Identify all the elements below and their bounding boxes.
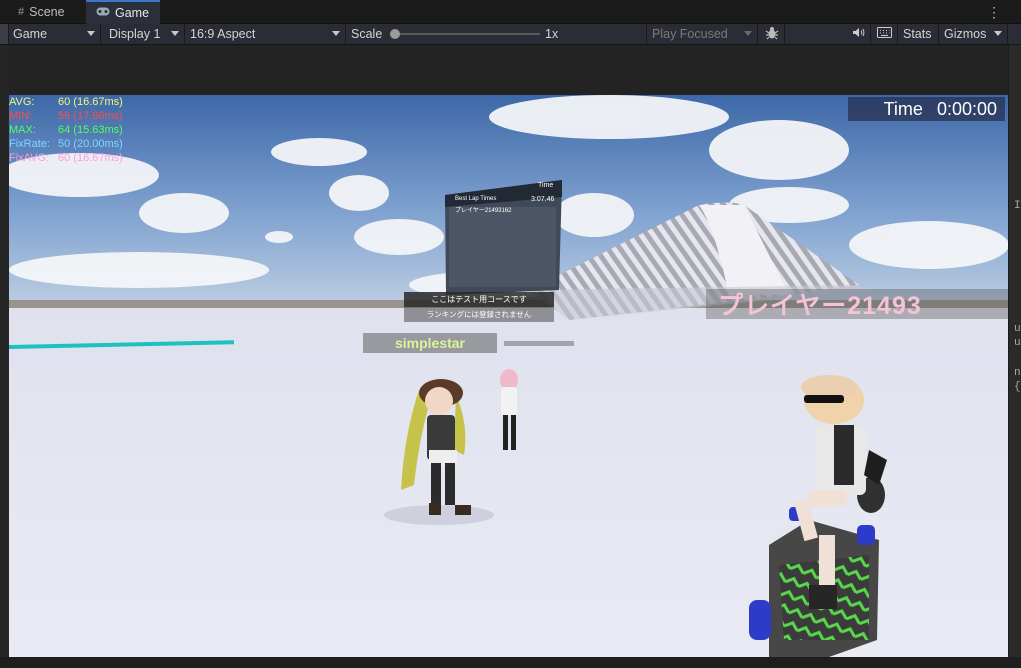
- scale-value: 1x: [545, 27, 559, 41]
- stat-max-label: MAX:: [9, 124, 36, 136]
- play-mode-dropdown[interactable]: Play Focused: [648, 24, 758, 44]
- right-panel-text-1: In: [1014, 200, 1021, 212]
- tab-game[interactable]: Game: [86, 0, 160, 24]
- keyboard-icon: [877, 27, 892, 41]
- scale-label: Scale: [351, 27, 383, 41]
- stat-max-value: 64 (15.63ms): [58, 124, 123, 136]
- game-toolbar: Game Display 1 16:9 Aspect Scale 1x Play…: [0, 24, 1021, 45]
- scale-slider-handle[interactable]: [390, 29, 400, 39]
- stat-min-label: MIN:: [9, 110, 33, 122]
- unity-game-window: # Scene Game ⋮ Game Display 1 16:9 Aspec…: [0, 0, 1021, 668]
- game-view-dropdown[interactable]: Game: [9, 24, 101, 44]
- leaderboard-title: Best Lap Times: [455, 196, 497, 202]
- stat-avg: AVG: 60 (16.67ms): [9, 95, 123, 109]
- gizmos-label: Gizmos: [944, 27, 987, 41]
- chevron-down-icon: [171, 31, 179, 36]
- stat-avg-value: 60 (16.67ms): [58, 96, 123, 108]
- player-nameplate-simplestar: simplestar: [363, 333, 497, 353]
- right-panel-text-4: n: [1014, 367, 1021, 379]
- gizmos-dropdown[interactable]: Gizmos: [940, 24, 1008, 44]
- speaker-icon: [852, 27, 865, 41]
- right-panel-edge: In u u n {: [1008, 45, 1021, 668]
- stat-fixrate-label: FixRate:: [9, 138, 50, 150]
- left-panel-edge: [0, 45, 9, 657]
- race-timer: Time 0:00:00: [848, 97, 1005, 121]
- course-message: ここはテスト用コースです ランキングには登録されません: [404, 289, 554, 323]
- tab-scene[interactable]: # Scene: [8, 0, 84, 24]
- more-options-icon[interactable]: ⋮: [987, 4, 1001, 21]
- fps-stats-overlay: AVG: 60 (16.67ms) MIN: 56 (17.86ms) MAX:…: [9, 95, 123, 165]
- leaderboard-lap-time: 3:07.46: [531, 196, 555, 203]
- race-timer-label: Time: [883, 98, 923, 119]
- aspect-dropdown[interactable]: 16:9 Aspect: [186, 24, 346, 44]
- keyboard-shortcuts-button[interactable]: [872, 24, 898, 44]
- stat-avg-label: AVG:: [9, 96, 35, 108]
- chevron-down-icon: [994, 31, 1002, 36]
- right-panel-text-3: u: [1014, 337, 1021, 349]
- display-label: Display 1: [109, 27, 161, 41]
- tab-bar: # Scene Game ⋮: [0, 0, 1021, 24]
- gamepad-icon: [96, 7, 110, 19]
- play-mode-label: Play Focused: [652, 27, 728, 41]
- bug-icon: [765, 26, 779, 43]
- game-view-label: Game: [13, 27, 48, 41]
- chevron-down-icon: [744, 31, 752, 36]
- aspect-label: 16:9 Aspect: [190, 27, 256, 41]
- mute-audio-button[interactable]: [847, 24, 871, 44]
- display-dropdown[interactable]: Display 1: [105, 24, 185, 44]
- leaderboard-player-name: プレイヤー21493162: [455, 208, 512, 214]
- race-timer-value: 0:00:00: [936, 98, 997, 119]
- scale-slider-track[interactable]: [398, 33, 540, 35]
- course-message-line2: ランキングには登録されません: [404, 307, 554, 322]
- stats-label: Stats: [903, 27, 932, 41]
- tab-scene-label: Scene: [29, 5, 65, 19]
- bottom-edge: [0, 657, 1021, 668]
- stat-fixavg-label: FixAVG:: [9, 152, 50, 164]
- stat-fixrate-value: 50 (20.00ms): [58, 138, 123, 150]
- game-viewport[interactable]: Time Best Lap Times プレイヤー21493162 3:07.4…: [9, 95, 1008, 657]
- tab-game-label: Game: [115, 6, 150, 20]
- stat-fixavg: FixAVG: 60 (16.67ms): [9, 151, 123, 165]
- stat-fixavg-value: 60 (16.67ms): [58, 152, 123, 164]
- bug-button[interactable]: [759, 24, 785, 44]
- grid-icon: #: [18, 6, 25, 18]
- stats-button[interactable]: Stats: [899, 24, 939, 44]
- stat-min: MIN: 56 (17.86ms): [9, 109, 123, 123]
- chevron-down-icon: [332, 31, 340, 36]
- player-nameplate-other: プレイヤー21493: [706, 289, 1008, 319]
- toolbar-edge: [0, 24, 9, 44]
- leaderboard-time-header: Time: [538, 182, 554, 189]
- right-panel-text-2: u: [1014, 323, 1021, 335]
- game-scene-render: [9, 95, 1008, 657]
- right-panel-text-5: {: [1014, 381, 1021, 393]
- stat-min-value: 56 (17.86ms): [58, 110, 123, 122]
- viewport-letterbox: [9, 45, 1008, 95]
- stat-fixrate: FixRate: 50 (20.00ms): [9, 137, 123, 151]
- chevron-down-icon: [87, 31, 95, 36]
- stat-max: MAX: 64 (15.63ms): [9, 123, 123, 137]
- course-message-line1: ここはテスト用コースです: [404, 292, 554, 307]
